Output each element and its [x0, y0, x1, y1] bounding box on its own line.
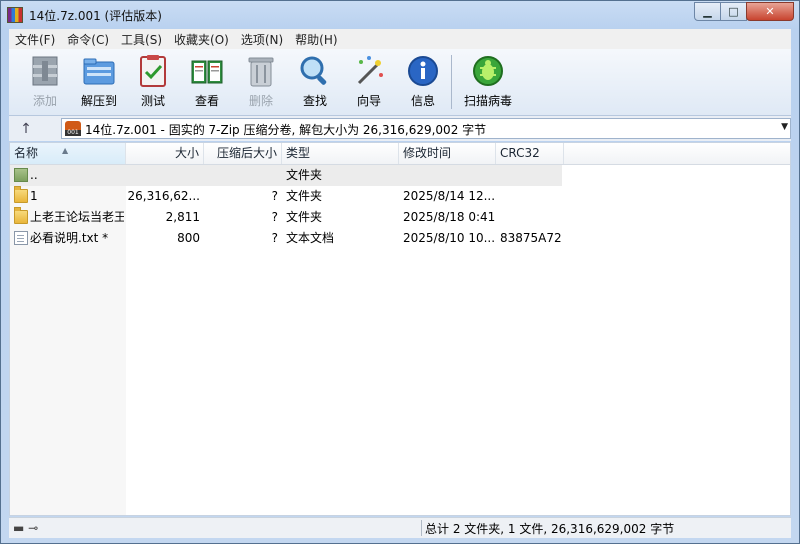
- test-label: 测试: [140, 94, 165, 108]
- row-size: 2,811: [165, 210, 200, 224]
- row-name: 必看说明.txt *: [30, 231, 109, 245]
- row-modified: 2025/8/14 12...: [403, 189, 495, 203]
- column-header-name[interactable]: 名称 ▲: [10, 143, 126, 164]
- table-row[interactable]: .. 文件夹: [10, 165, 790, 186]
- status-separator: [421, 520, 422, 536]
- column-header-packed-size[interactable]: 压缩后大小: [204, 143, 282, 164]
- row-modified: 2025/8/18 0:41: [403, 210, 495, 224]
- extract-folder-icon: [81, 53, 117, 89]
- menu-favorites[interactable]: 收藏夹(O): [168, 31, 235, 48]
- find-button[interactable]: 查找: [289, 53, 341, 111]
- delete-label: 删除: [248, 94, 273, 108]
- info-label: 信息: [410, 94, 435, 108]
- window-title: 14位.7z.001 (评估版本): [29, 9, 162, 23]
- wizard-button[interactable]: 向导: [343, 53, 395, 111]
- close-icon: ✕: [765, 5, 775, 18]
- table-row[interactable]: 上老王论坛当老王 2,811 ? 文件夹 2025/8/18 0:41: [10, 207, 790, 228]
- delete-button[interactable]: 删除: [235, 53, 287, 111]
- menu-commands[interactable]: 命令(C): [61, 31, 115, 48]
- virus-scan-button[interactable]: 扫描病毒: [457, 53, 519, 111]
- info-button[interactable]: 信息: [397, 53, 449, 111]
- find-magnifier-icon: [297, 53, 333, 89]
- row-type: 文件夹: [286, 168, 323, 182]
- row-packed: ?: [271, 189, 278, 203]
- folder-icon: [14, 186, 28, 203]
- text-file-icon: [14, 231, 28, 245]
- test-checklist-icon: [135, 53, 171, 89]
- row-size: 800: [177, 231, 200, 245]
- minimize-icon: ▁: [703, 5, 712, 18]
- extract-to-label: 解压到: [80, 94, 117, 108]
- maximize-icon: □: [728, 5, 739, 18]
- file-list: 名称 ▲ 大小 压缩后大小 类型 修改时间 CRC32 .. 文件夹 1 26,…: [9, 142, 791, 516]
- status-summary: 总计 2 文件夹, 1 文件, 26,316,629,002 字节: [425, 522, 675, 536]
- column-header-size[interactable]: 大小: [126, 143, 204, 164]
- row-packed: ?: [271, 231, 278, 245]
- address-bar: ↑ 14位.7z.001 - 固实的 7-Zip 压缩分卷, 解包大小为 26,…: [9, 116, 791, 141]
- column-header-modified[interactable]: 修改时间: [399, 143, 496, 164]
- column-header-type[interactable]: 类型: [282, 143, 399, 164]
- up-folder-button[interactable]: ↑: [17, 120, 35, 138]
- archive-path-text: 14位.7z.001 - 固实的 7-Zip 压缩分卷, 解包大小为 26,31…: [85, 123, 487, 137]
- virus-bug-icon: [470, 53, 506, 89]
- row-modified: 2025/8/10 10...: [403, 231, 495, 245]
- minimize-button[interactable]: ▁: [694, 2, 721, 21]
- row-crc: [500, 165, 564, 186]
- row-packed: ?: [271, 210, 278, 224]
- menu-tools[interactable]: 工具(S): [115, 31, 168, 48]
- close-button[interactable]: ✕: [746, 2, 794, 21]
- test-button[interactable]: 测试: [127, 53, 179, 111]
- menu-options[interactable]: 选项(N): [235, 31, 289, 48]
- maximize-button[interactable]: □: [720, 2, 747, 21]
- wizard-label: 向导: [356, 94, 381, 108]
- view-book-icon: [189, 53, 225, 89]
- row-crc: [500, 186, 564, 207]
- row-type: 文件夹: [286, 189, 323, 203]
- row-type: 文件夹: [286, 210, 323, 224]
- extract-to-button[interactable]: 解压到: [73, 53, 125, 111]
- table-row[interactable]: 必看说明.txt * 800 ? 文本文档 2025/8/10 10... 83…: [10, 228, 790, 249]
- chevron-down-icon[interactable]: ▼: [781, 122, 788, 132]
- toolbar-separator: [451, 55, 452, 109]
- row-name: 上老王论坛当老王: [30, 210, 124, 224]
- row-type: 文本文档: [286, 231, 335, 245]
- row-size: [126, 165, 200, 186]
- view-label: 查看: [194, 94, 219, 108]
- row-crc: 83875A72: [500, 231, 562, 245]
- row-packed: [204, 165, 278, 186]
- row-name: ..: [30, 168, 38, 182]
- virus-scan-label: 扫描病毒: [463, 94, 512, 108]
- archive-path-field[interactable]: 14位.7z.001 - 固实的 7-Zip 压缩分卷, 解包大小为 26,31…: [61, 118, 791, 139]
- toolbar: 添加 解压到 测试 查看 删除 查找 向导 信息 扫描病毒: [9, 49, 791, 116]
- menu-bar: 文件(F) 命令(C) 工具(S) 收藏夹(O) 选项(N) 帮助(H): [9, 29, 791, 49]
- find-label: 查找: [302, 94, 327, 108]
- info-icon: [405, 53, 441, 89]
- view-button[interactable]: 查看: [181, 53, 233, 111]
- add-archive-icon: [27, 53, 63, 89]
- table-row[interactable]: 1 26,316,62... ? 文件夹 2025/8/14 12...: [10, 186, 790, 207]
- list-header: 名称 ▲ 大小 压缩后大小 类型 修改时间 CRC32: [10, 143, 790, 165]
- row-size: 26,316,62...: [127, 189, 200, 203]
- sort-ascending-icon: ▲: [62, 146, 69, 155]
- folder-icon: [14, 207, 28, 224]
- trash-icon: [243, 53, 279, 89]
- add-button[interactable]: 添加: [19, 53, 71, 111]
- up-arrow-icon: ↑: [20, 121, 32, 137]
- row-modified: [403, 165, 495, 186]
- column-header-crc32[interactable]: CRC32: [496, 143, 564, 164]
- title-bar: 14位.7z.001 (评估版本) ▁ □ ✕: [1, 1, 799, 29]
- parent-folder-icon: [14, 168, 28, 182]
- archive-volume-icon: [65, 121, 81, 136]
- add-label: 添加: [32, 94, 57, 108]
- menu-file[interactable]: 文件(F): [9, 31, 61, 48]
- status-bar: ▬ ⊸ 总计 2 文件夹, 1 文件, 26,316,629,002 字节: [9, 517, 791, 538]
- menu-help[interactable]: 帮助(H): [289, 31, 343, 48]
- drive-and-key-icon[interactable]: ▬ ⊸: [13, 521, 38, 535]
- row-name: 1: [30, 189, 38, 203]
- app-window: 14位.7z.001 (评估版本) ▁ □ ✕ 文件(F) 命令(C) 工具(S…: [0, 0, 800, 544]
- winrar-app-icon: [7, 7, 23, 23]
- column-name-label: 名称: [14, 146, 39, 160]
- row-crc: [500, 207, 564, 228]
- wizard-wand-icon: [351, 53, 387, 89]
